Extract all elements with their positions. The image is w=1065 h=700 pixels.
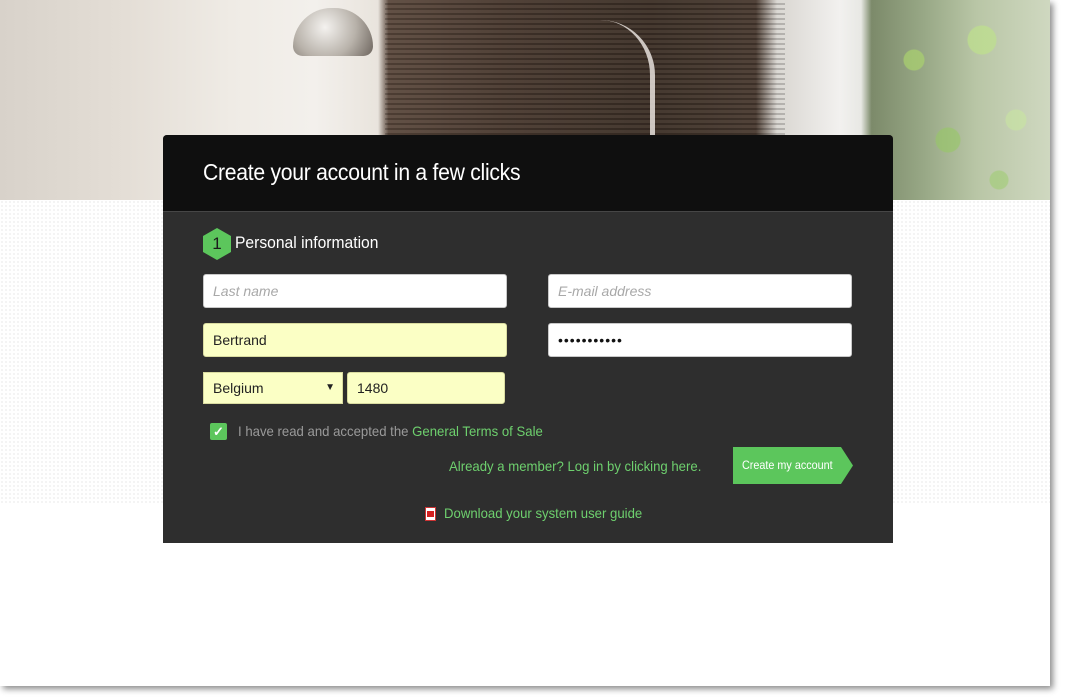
country-select-value: Belgium	[213, 380, 264, 396]
password-input[interactable]: •••••••••••	[548, 323, 852, 357]
lamp-decor	[293, 8, 373, 56]
terms-checkbox[interactable]: ✓	[210, 423, 227, 440]
login-link[interactable]: Already a member? Log in by clicking her…	[449, 458, 701, 474]
first-name-input[interactable]: Bertrand	[203, 323, 507, 357]
postal-code-input[interactable]: 1480	[347, 372, 505, 404]
step-number-badge: 1	[203, 228, 231, 260]
page: Create your account in a few clicks 1 Pe…	[0, 0, 1050, 686]
dropdown-arrow-icon: ▼	[325, 382, 335, 393]
pdf-icon	[425, 507, 436, 521]
plant-decor	[880, 0, 1050, 200]
signup-panel: Create your account in a few clicks 1 Pe…	[163, 135, 893, 543]
terms-link[interactable]: General Terms of Sale	[412, 423, 543, 439]
terms-text: I have read and accepted the	[238, 423, 413, 439]
download-guide-label: Download your system user guide	[444, 505, 643, 521]
panel-header: Create your account in a few clicks	[163, 135, 893, 212]
panel-title: Create your account in a few clicks	[203, 159, 521, 185]
create-account-button[interactable]: Create my account	[733, 447, 853, 484]
terms-label: I have read and accepted the General Ter…	[238, 423, 543, 439]
section-title: Personal information	[235, 233, 379, 252]
last-name-input[interactable]: Last name	[203, 274, 507, 308]
email-input[interactable]: E-mail address	[548, 274, 852, 308]
create-account-button-label: Create my account	[742, 458, 833, 472]
country-select[interactable]: Belgium ▼	[203, 372, 343, 404]
